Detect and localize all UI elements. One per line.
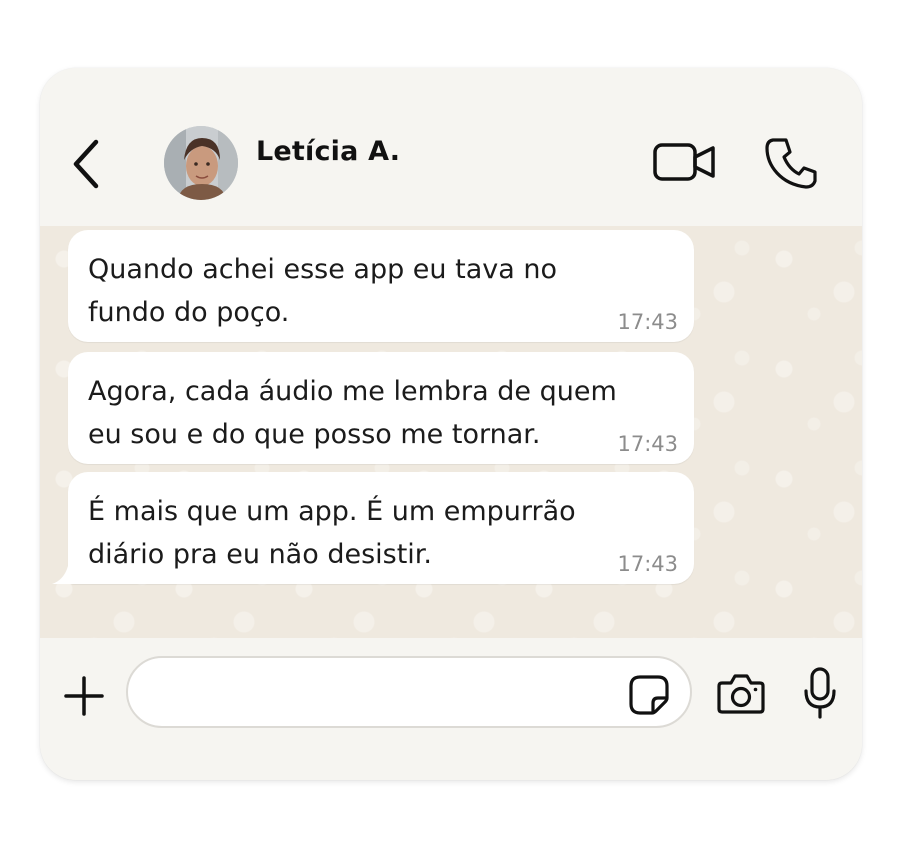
video-call-button[interactable] [652, 140, 718, 184]
microphone-button[interactable] [802, 666, 838, 720]
message-time: 17:43 [617, 552, 678, 576]
message-bubble[interactable]: É mais que um app. É um empurrão diário … [52, 472, 694, 584]
video-camera-icon [653, 143, 715, 181]
avatar[interactable] [164, 126, 238, 200]
back-button[interactable] [66, 134, 106, 194]
message-input[interactable] [126, 656, 692, 728]
message-bubble[interactable]: Agora, cada áudio me lembra de quem eu s… [68, 352, 694, 464]
contact-name[interactable]: Letícia A. [256, 136, 400, 167]
composer-bar [40, 638, 862, 780]
attach-button[interactable] [62, 674, 106, 718]
message-bubble[interactable]: Quando achei esse app eu tava no fundo d… [68, 230, 694, 342]
chevron-left-icon [73, 139, 99, 189]
message-time: 17:43 [617, 432, 678, 456]
message-text: É mais que um app. É um empurrão diário … [88, 496, 576, 570]
bubble-tail [52, 566, 76, 584]
message-text: Agora, cada áudio me lembra de quem eu s… [88, 376, 617, 450]
message-time: 17:43 [617, 310, 678, 334]
voice-call-button[interactable] [764, 136, 818, 190]
camera-icon [717, 674, 765, 714]
camera-button[interactable] [716, 672, 766, 716]
phone-icon [765, 138, 817, 189]
chat-header: Letícia A. [40, 68, 862, 226]
sticker-button[interactable] [628, 674, 670, 716]
message-list[interactable]: Quando achei esse app eu tava no fundo d… [40, 226, 862, 638]
contact-photo [164, 126, 238, 200]
chat-window: Letícia A. Quando achei esse app eu tava… [40, 68, 862, 780]
message-text: Quando achei esse app eu tava no fundo d… [88, 254, 557, 328]
sticker-icon [629, 675, 669, 715]
microphone-icon [804, 667, 836, 719]
plus-icon [64, 676, 104, 716]
